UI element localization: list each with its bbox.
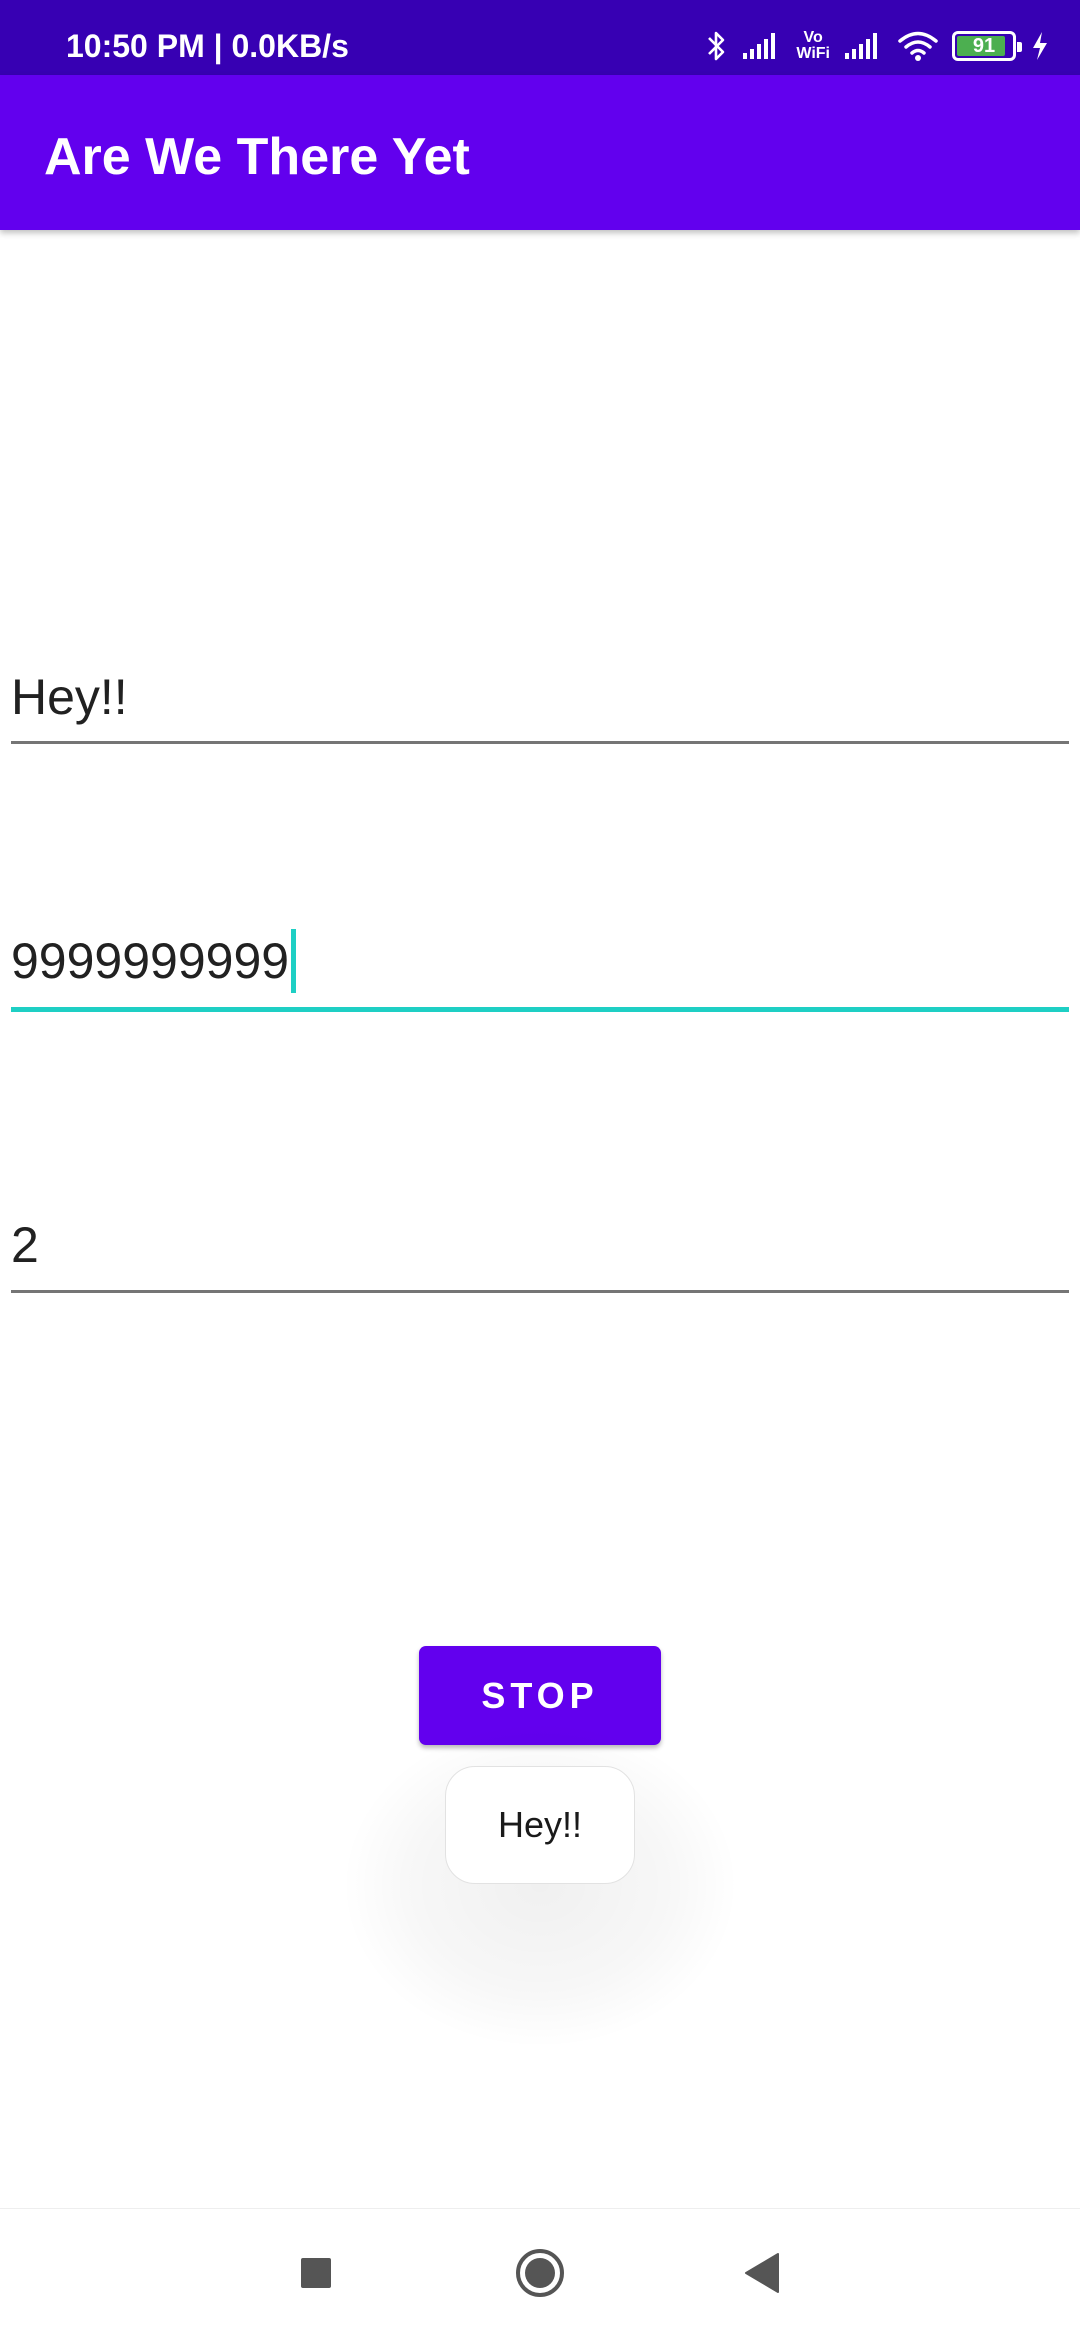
status-bar: 10:50 PM | 0.0KB/s Vo WiFi 91: [0, 0, 1080, 75]
screen: 10:50 PM | 0.0KB/s Vo WiFi 91 Are We The…: [0, 0, 1080, 2340]
signal-icon: [844, 31, 884, 61]
interval-field-value: 2: [11, 1217, 39, 1273]
home-icon: [513, 2246, 567, 2305]
bluetooth-icon: [706, 29, 728, 63]
wifi-icon: [898, 30, 938, 62]
battery-level: 91: [972, 34, 996, 57]
vowifi-line2: WiFi: [796, 45, 830, 62]
phone-field-value: 9999999999: [11, 933, 290, 989]
vowifi-line1: Vo: [803, 29, 823, 46]
navigation-bar: [0, 2208, 1080, 2340]
toast-message: Hey!!: [445, 1766, 635, 1884]
app-title: Are We There Yet: [44, 128, 470, 186]
interval-field[interactable]: 2: [11, 1210, 1069, 1300]
message-field-underline: [11, 741, 1069, 744]
battery-icon: 91: [952, 31, 1022, 61]
vowifi-icon: Vo WiFi: [796, 30, 830, 62]
app-bar: Are We There Yet: [0, 75, 1080, 230]
phone-field-underline: [11, 1007, 1069, 1012]
phone-field[interactable]: 9999999999: [11, 920, 1069, 1020]
charging-icon: [1030, 31, 1050, 61]
message-field-value: Hey!!: [11, 669, 128, 725]
home-button[interactable]: [510, 2245, 570, 2305]
status-time: 10:50 PM | 0.0KB/s: [66, 28, 349, 64]
back-icon: [742, 2251, 782, 2300]
message-field[interactable]: Hey!!: [11, 660, 1069, 750]
signal-icon: [742, 31, 782, 61]
status-icons: Vo WiFi 91: [706, 26, 1050, 66]
recents-button[interactable]: [286, 2245, 346, 2305]
text-cursor: [291, 928, 297, 993]
phone-field-content: 9999999999: [11, 928, 297, 997]
interval-field-underline: [11, 1290, 1069, 1293]
recents-icon: [299, 2256, 333, 2295]
back-button[interactable]: [732, 2245, 792, 2305]
